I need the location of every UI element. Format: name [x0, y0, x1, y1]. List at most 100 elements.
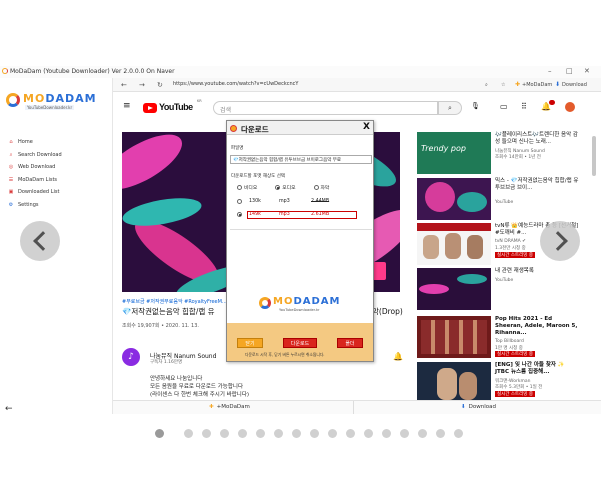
youtube-search-input[interactable]: 검색 — [213, 101, 438, 115]
carousel-dot[interactable] — [328, 429, 337, 438]
format-option-selected[interactable]: 149k mp3 2.61MB — [237, 211, 367, 221]
youtube-search-button[interactable]: ⌕ — [438, 101, 462, 115]
subscribe-bell-icon[interactable]: 🔔 — [393, 352, 403, 361]
carousel-prev-button[interactable] — [20, 221, 60, 261]
dialog-logo-word-b: DADAM — [293, 296, 341, 307]
modadam-extension-button[interactable]: ✚ +MoDaDam — [515, 80, 552, 89]
youtube-logo-word[interactable]: YouTube — [159, 102, 193, 112]
sidebar-item-modadam-lists[interactable]: ☰ MoDaDam Lists — [0, 174, 112, 187]
logo-ring-icon — [6, 93, 20, 107]
thumbnail-art — [425, 182, 455, 212]
recommendation-title: 믹스 - 💎저작권없는음악 힙합/랩 유투브브금 브이... — [495, 178, 579, 191]
sidebar-item-settings[interactable]: ⚙ Settings — [0, 199, 112, 212]
microphone-icon[interactable]: 🎙 — [471, 102, 480, 110]
carousel-dot[interactable] — [382, 429, 391, 438]
radio-video[interactable]: 비디오 — [237, 184, 257, 191]
minimize-button[interactable]: – — [548, 67, 552, 75]
carousel-dot[interactable] — [220, 429, 229, 438]
dialog-note: 다운로드 시작 후, 닫기 버튼 누르시면 취소됩니다. — [245, 352, 325, 357]
format-option[interactable]: 130k mp3 2.44MB — [237, 199, 367, 208]
nav-forward-icon[interactable]: → — [139, 81, 145, 89]
hamburger-menu-icon[interactable]: ≡ — [123, 101, 131, 111]
bottom-download-label: Download — [468, 404, 496, 410]
apps-grid-icon[interactable]: ⠿ — [521, 102, 527, 111]
channel-avatar[interactable]: ♪ — [122, 348, 140, 366]
open-folder-button[interactable]: 폴더 — [337, 338, 363, 348]
sidebar-item-downloaded-list[interactable]: ▣ Downloaded List — [0, 186, 112, 199]
carousel-dot[interactable] — [418, 429, 427, 438]
sidebar-item-web-download[interactable]: ◎ Web Download — [0, 161, 112, 174]
recommendation-item[interactable]: 믹스 - 💎저작권없는음악 힙합/랩 유투브브금 브이... YouTube — [417, 178, 579, 222]
sidebar-item-search-download[interactable]: ⌕ Search Download — [0, 149, 112, 162]
sidebar-item-home[interactable]: ⌂ Home — [0, 136, 112, 149]
back-arrow-icon[interactable]: ← — [5, 404, 13, 414]
dialog-button-bar: 닫기 다운로드 폴더 다운로드 시작 후, 닫기 버튼 누르시면 취소됩니다. — [227, 323, 373, 361]
recommendation-item[interactable]: Trendy pop 🎶플레이리스트🎶트렌디한 음악 감성 들으며 신나는 노래… — [417, 132, 578, 176]
live-badge: 실시간 스트리밍 중 — [495, 391, 535, 397]
carousel-dot[interactable] — [436, 429, 445, 438]
notification-count-badge — [549, 100, 555, 105]
logo-word-b: DADAM — [45, 92, 97, 105]
bottom-download-button[interactable]: ⬇ Download — [461, 404, 496, 410]
carousel-dot[interactable] — [256, 429, 265, 438]
carousel-next-button[interactable] — [540, 221, 580, 261]
close-dialog-button[interactable]: 닫기 — [237, 338, 263, 348]
recommendation-thumbnail — [417, 268, 491, 310]
file-name-field[interactable]: 💎저작권없는음악 힙합/랩 유투브브금 브이로그음악 무료 — [230, 155, 372, 164]
carousel-dot[interactable] — [184, 429, 193, 438]
thumbnail-art — [459, 372, 477, 400]
carousel-dot[interactable] — [292, 429, 301, 438]
scrollbar[interactable] — [592, 136, 596, 176]
thumbnail-art — [445, 233, 461, 259]
screenshot-stage: MoDaDam (Youtube Downloader) Ver 2.0.0.0… — [0, 0, 601, 481]
carousel-dot[interactable] — [310, 429, 319, 438]
video-hashtags[interactable]: #무료브금 #저작권무료음악 #RoyaltyFreeM... — [122, 298, 227, 305]
carousel-dot[interactable] — [155, 429, 164, 438]
carousel-dot[interactable] — [364, 429, 373, 438]
radio-button — [313, 185, 319, 190]
description-line: 안녕하세요 나눔입니다 — [150, 376, 203, 382]
format-select-label: 다운로드할 포맷 해상도 선택 — [231, 174, 285, 179]
nav-back-icon[interactable]: ← — [121, 81, 127, 89]
radio-audio[interactable]: 오디오 — [275, 184, 296, 191]
recommendation-item[interactable]: Pop Hits 2021 - Ed Sheeran, Adele, Maroo… — [417, 316, 577, 360]
carousel-dot[interactable] — [346, 429, 355, 438]
app-icon — [2, 68, 8, 74]
format-size: 2.61MB — [311, 212, 330, 217]
live-badge: 실시간 스트리밍 중 — [495, 351, 535, 357]
start-download-button[interactable]: 다운로드 — [283, 338, 317, 348]
dialog-close-icon[interactable]: X — [363, 122, 370, 132]
dialog-logo: MODADAM YouTubeDownloader.kr — [259, 295, 345, 315]
sidebar-nav: ⌂ Home ⌕ Search Download ◎ Web Download … — [0, 136, 112, 211]
avatar[interactable] — [565, 102, 575, 112]
recommendation-title: 🎶플레이리스트🎶트렌디한 음악 감성 들으며 신나는 노래... — [495, 132, 578, 145]
create-video-icon[interactable]: ▭ — [500, 102, 508, 111]
youtube-logo-icon[interactable] — [143, 103, 157, 113]
video-title: 💎저작권없는음악 힙합/랩 유 — [122, 307, 215, 316]
bottom-modadam-button[interactable]: ✚ +MoDaDam — [209, 404, 250, 410]
format-ext: mp3 — [279, 199, 290, 204]
sidebar-item-label: MoDaDam Lists — [18, 176, 58, 183]
search-toolbar-icon[interactable]: ⌕ — [485, 80, 488, 89]
recommendation-channel: YouTube — [495, 278, 514, 283]
maximize-button[interactable]: □ — [566, 67, 573, 75]
carousel-dot[interactable] — [238, 429, 247, 438]
star-icon[interactable]: ☆ — [501, 80, 505, 89]
reload-icon[interactable]: ↻ — [157, 81, 163, 89]
close-button[interactable]: ✕ — [584, 67, 590, 75]
radio-label: 비디오 — [244, 186, 258, 191]
modadam-logo[interactable]: MODADAM YouTubeDownloader.kr — [6, 90, 102, 114]
radio-subtitle[interactable]: 자막 — [313, 184, 329, 191]
download-extension-button[interactable]: ⬇ Download — [555, 80, 587, 89]
carousel-dot[interactable] — [274, 429, 283, 438]
dialog-title-bar: 다운로드 X — [227, 121, 373, 135]
radio-label: 오디오 — [282, 186, 296, 191]
carousel-dot[interactable] — [400, 429, 409, 438]
recommendation-item[interactable]: 내 관련 재생목록 YouTube — [417, 268, 577, 312]
carousel-dot[interactable] — [202, 429, 211, 438]
recommendation-meta: 조회수 5.3만회 • 1일 전 — [495, 385, 543, 390]
carousel-dot[interactable] — [454, 429, 463, 438]
recommendation-channel: YouTube — [495, 200, 514, 205]
youtube-region: KR — [197, 99, 202, 103]
url-bar[interactable]: https://www.youtube.com/watch?v=cUwDeckc… — [173, 81, 298, 87]
